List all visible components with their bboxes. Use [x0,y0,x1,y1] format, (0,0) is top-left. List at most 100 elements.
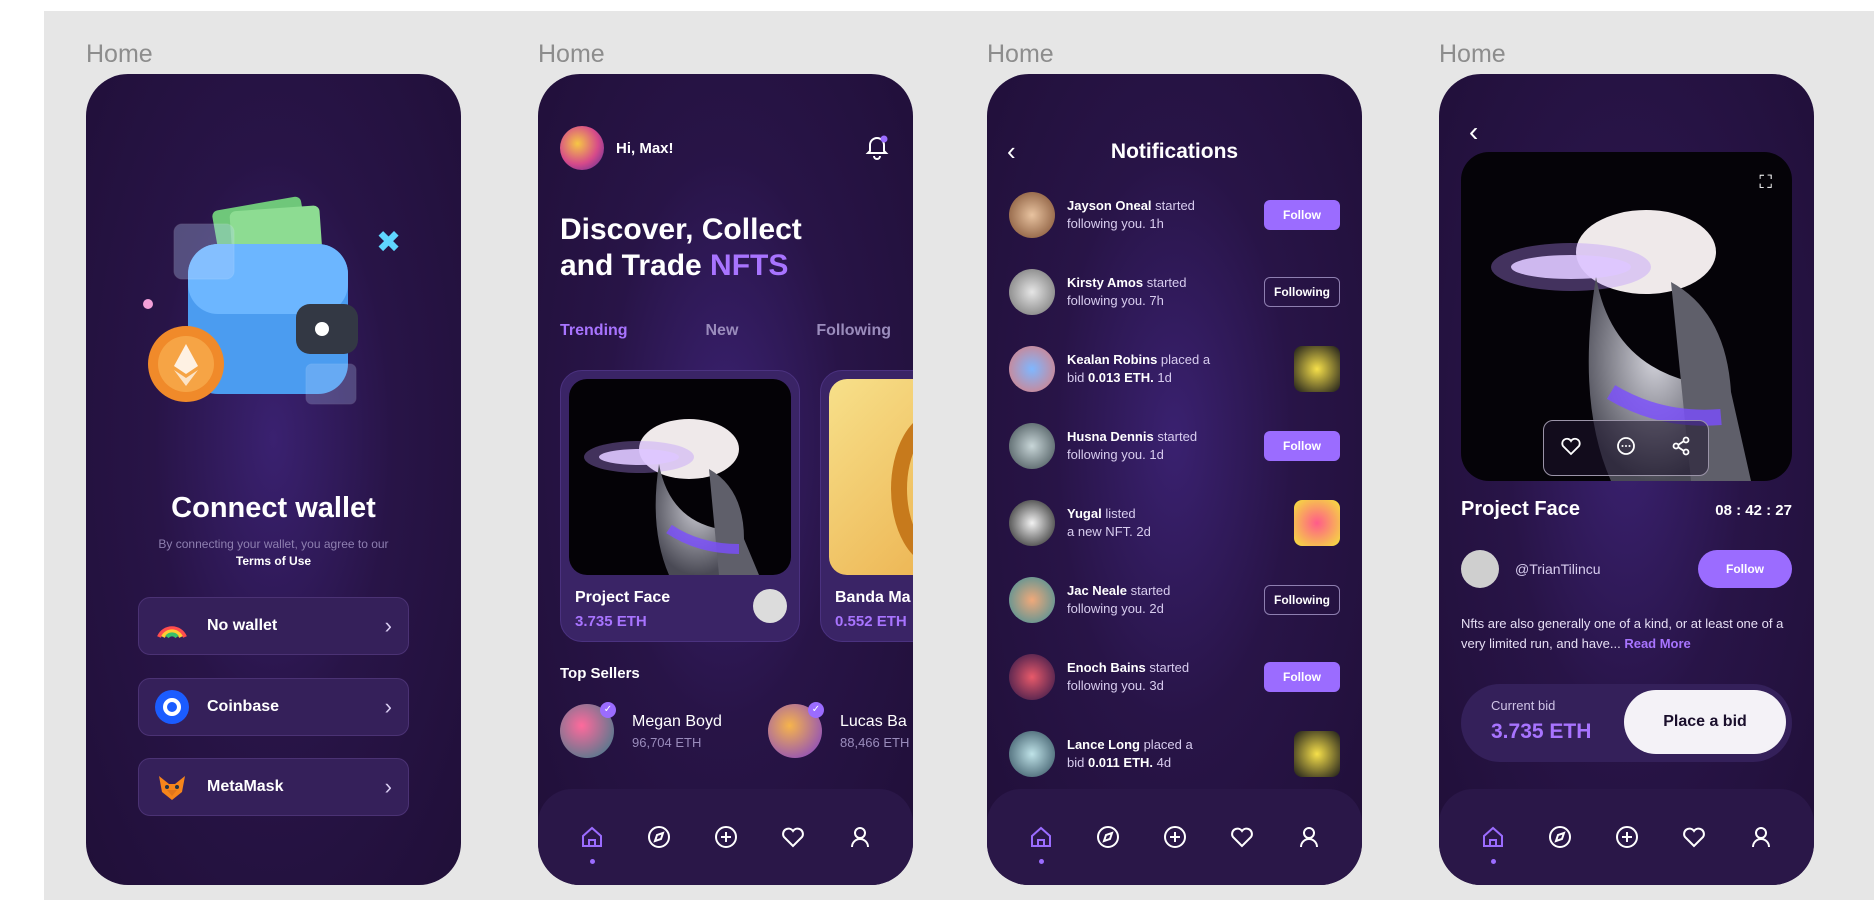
home-icon[interactable] [575,820,609,864]
avatar: ✓ [768,702,824,758]
nft-detail-screen: ‹ ⛶ Project Face 08 : 42 : 27 @TrianTili… [1439,74,1814,885]
seller-eth: 88,466 ETH [840,734,910,750]
bid-value: 3.735 ETH [1491,720,1592,743]
plus-circle-icon[interactable] [1610,820,1644,854]
nft-description: Nfts are also generally one of a kind, o… [1461,616,1784,651]
seller-item[interactable]: ✓ Megan Boyd 96,704 ETH [560,702,722,758]
wallet-label: No wallet [207,617,278,634]
compass-icon[interactable] [642,820,676,854]
nft-hero-image: ⛶ [1461,152,1792,481]
notifications-header: ‹ Notifications [1007,136,1342,167]
heart-icon[interactable] [1677,820,1711,854]
avatar [1009,731,1055,777]
connect-wallet-subtitle: By connecting your wallet, you agree to … [126,536,421,570]
compass-icon[interactable] [1091,820,1125,854]
home-icon[interactable] [1024,820,1058,864]
home-icon[interactable] [1476,820,1510,864]
plus-circle-icon[interactable] [709,820,743,854]
expand-icon[interactable]: ⛶ [1759,172,1772,193]
nft-card[interactable]: Project Face 3.735 ETH [560,370,800,642]
wallet-label: MetaMask [207,778,284,795]
notification-item[interactable]: Lance Long placed a bid 0.011 ETH. 4d [1009,727,1340,781]
chevron-right-icon: › [384,694,392,719]
tab-new[interactable]: New [706,322,739,340]
coinbase-button[interactable]: Coinbase › [138,678,409,736]
avatar [1009,346,1055,392]
heart-icon[interactable] [1560,435,1582,462]
connect-wallet-title: Connect wallet [171,492,376,524]
following-button[interactable]: Following [1264,277,1340,307]
chevron-right-icon: › [384,613,392,638]
follow-button[interactable]: Follow [1264,662,1340,692]
tab-following[interactable]: Following [816,322,891,340]
tab-trending[interactable]: Trending [560,322,628,340]
bottom-tab-bar [1439,789,1814,885]
metamask-button[interactable]: MetaMask › [138,758,409,816]
frame-label: Home [538,40,605,68]
notification-item[interactable]: Jac Neale started following you. 2d Follo… [1009,573,1340,627]
share-icon[interactable] [1670,435,1692,462]
bid-label: Current bid [1491,698,1556,713]
chevron-right-icon: › [384,774,392,799]
frame-label: Home [86,40,153,68]
notification-item[interactable]: Enoch Bains started following you. 3d Fol… [1009,650,1340,704]
avatar [1461,550,1499,588]
wallet-illustration: ✖ [143,196,401,405]
bottom-tab-bar [538,789,913,885]
no-wallet-button[interactable]: No wallet › [138,597,409,655]
avatar [1009,192,1055,238]
greeting: Hi, Max! [616,139,674,157]
seller-eth: 96,704 ETH [632,734,702,750]
bottom-tab-bar [987,789,1362,885]
user-icon[interactable] [843,820,877,854]
read-more-link[interactable]: Read More [1624,636,1690,651]
nft-action-bar [1543,420,1709,476]
back-arrow-icon[interactable]: ‹ [1007,136,1047,167]
verified-icon: ✓ [600,702,616,718]
bell-icon[interactable] [863,132,891,165]
home-title: Discover, Collect and Trade NFTS [560,213,802,282]
avatar[interactable] [560,126,604,170]
nft-thumbnail[interactable] [1294,346,1340,392]
home-header: Hi, Max! [560,126,891,170]
follow-button[interactable]: Follow [1264,200,1340,230]
avatar [1009,500,1055,546]
nft-thumbnail[interactable] [1294,500,1340,546]
svg-text:✖: ✖ [376,225,401,260]
compass-icon[interactable] [1543,820,1577,854]
avatar [1009,577,1055,623]
follow-button[interactable]: Follow [1698,550,1792,588]
coinbase-icon [155,690,189,724]
heart-icon[interactable] [1225,820,1259,854]
follow-button[interactable]: Follow [1264,431,1340,461]
terms-link[interactable]: Terms of Use [126,553,421,570]
seller-item[interactable]: ✓ Lucas Ba 88,466 ETH [768,702,910,758]
home-screen: Hi, Max! Discover, Collect and Trade NFT… [538,74,913,885]
following-button[interactable]: Following [1264,585,1340,615]
owner-row[interactable]: @TrianTilincu [1461,550,1601,588]
nft-title: Project Face [575,589,671,606]
avatar [1009,269,1055,315]
frame-label: Home [987,40,1054,68]
back-arrow-icon[interactable]: ‹ [1469,116,1478,148]
place-bid-button[interactable]: Place a bid [1624,690,1786,754]
seller-name: Megan Boyd [632,712,722,730]
comment-icon[interactable] [1615,435,1637,462]
user-icon[interactable] [1744,820,1778,854]
user-icon[interactable] [1292,820,1326,854]
notification-item[interactable]: Kirsty Amos started following you. 7h Fol… [1009,265,1340,319]
top-sellers-heading: Top Sellers [560,665,640,682]
nft-card[interactable]: Banda Ma 0.552 ETH [820,370,913,642]
plus-circle-icon[interactable] [1158,820,1192,854]
notification-item[interactable]: Husna Dennis started following you. 1d Fo… [1009,419,1340,473]
auction-timer: 08 : 42 : 27 [1715,502,1792,519]
notification-item[interactable]: Yugal listed a new NFT. 2d [1009,496,1340,550]
creator-avatar[interactable] [753,589,787,623]
nft-thumbnail[interactable] [1294,731,1340,777]
page-title: Notifications [1110,139,1239,163]
owner-handle: @TrianTilincu [1515,561,1601,577]
notification-item[interactable]: Kealan Robins placed a bid 0.013 ETH. 1d [1009,342,1340,396]
heart-icon[interactable] [776,820,810,854]
nft-image [829,379,913,575]
notification-item[interactable]: Jayson Oneal started following you. 1h Fo… [1009,188,1340,242]
